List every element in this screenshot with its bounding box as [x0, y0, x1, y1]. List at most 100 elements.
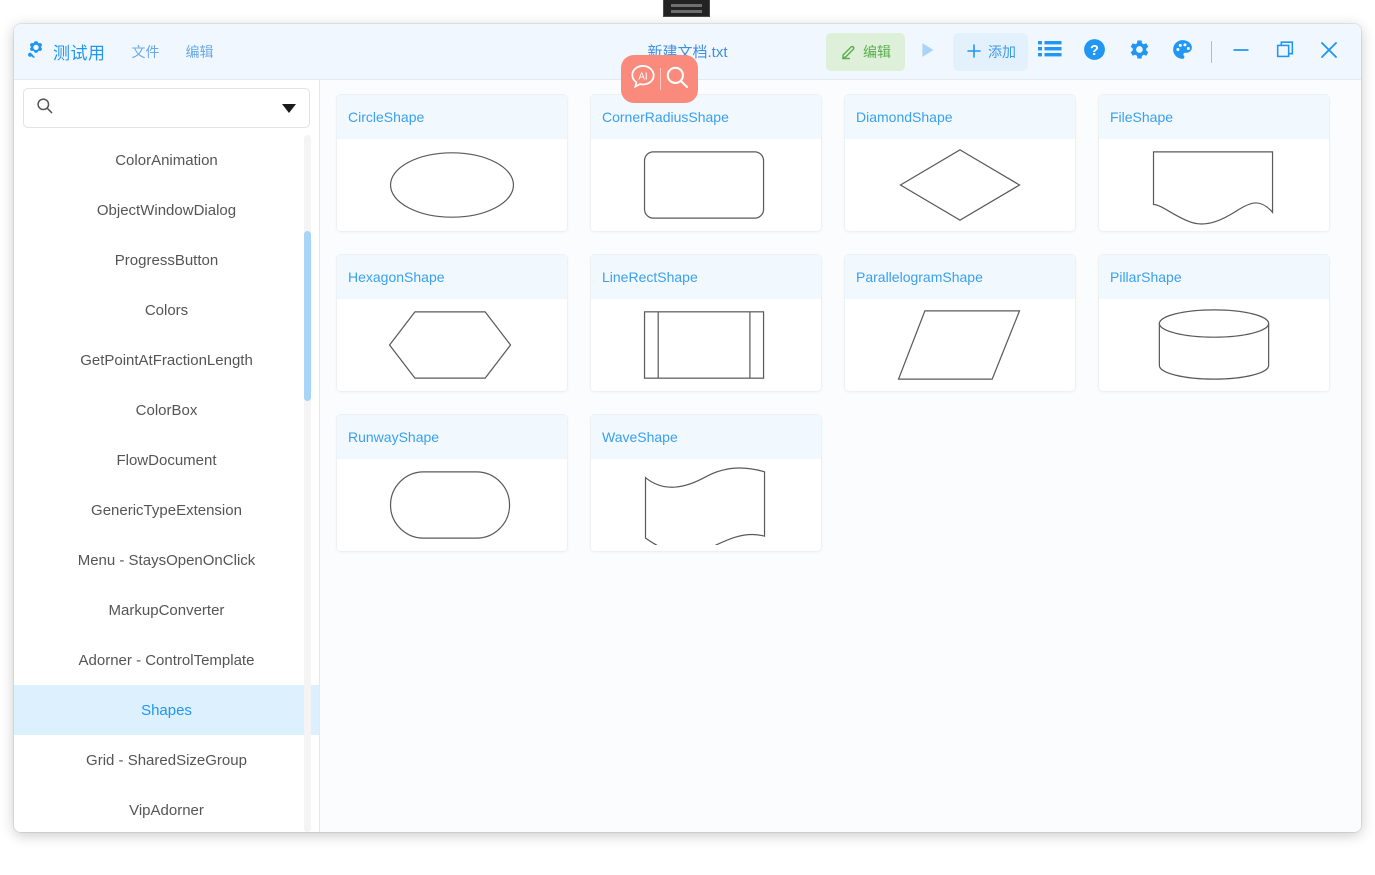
- sidebar-list-wrapper: ColorAnimation ObjectWindowDialog Progress…: [14, 135, 319, 832]
- gear-icon: [1126, 37, 1151, 67]
- sidebar-scrollbar-track[interactable]: [304, 135, 311, 832]
- screen: 测试用 文件 编辑 新建文档.txt 编辑 添加 ? ColorAnimatio…: [0, 0, 1375, 875]
- shape-card-title: PillarShape: [1099, 255, 1329, 299]
- shape-card[interactable]: PillarShape: [1098, 254, 1330, 392]
- play-icon: [916, 39, 938, 66]
- rounded-rect-shape-icon: [643, 151, 765, 219]
- diamond-shape-icon: [899, 149, 1021, 221]
- shape-card[interactable]: CornerRadiusShape: [590, 94, 822, 232]
- minimize-button[interactable]: [1219, 33, 1263, 71]
- brand-name: 测试用: [53, 44, 106, 63]
- theme-button[interactable]: [1160, 33, 1204, 71]
- search-box[interactable]: [23, 88, 310, 128]
- svg-text:AI: AI: [638, 71, 647, 82]
- sidebar-item-menu-staysopenonclick[interactable]: Menu - StaysOpenOnClick: [14, 535, 319, 585]
- sidebar-item-flowdocument[interactable]: FlowDocument: [14, 435, 319, 485]
- shape-card-title: RunwayShape: [337, 415, 567, 459]
- search-icon: [35, 96, 54, 120]
- add-button[interactable]: 添加: [953, 33, 1028, 71]
- sidebar-item-grid-sharedsizegroup[interactable]: Grid - SharedSizeGroup: [14, 735, 319, 785]
- ai-chat-icon: AI: [628, 62, 658, 97]
- close-icon: [1317, 38, 1341, 67]
- sidebar-item-colorbox[interactable]: ColorBox: [14, 385, 319, 435]
- edit-mode-label: 编辑: [863, 44, 891, 60]
- toolbar: 编辑 添加 ?: [826, 24, 1351, 80]
- shape-card[interactable]: DiamondShape: [844, 94, 1076, 232]
- shape-card[interactable]: FileShape: [1098, 94, 1330, 232]
- shape-preview: [1099, 139, 1329, 231]
- shape-preview: [337, 139, 567, 231]
- shape-card[interactable]: LineRectShape: [590, 254, 822, 392]
- sidebar-item-vipadorner[interactable]: VipAdorner: [14, 785, 319, 832]
- palette-icon: [1170, 37, 1195, 67]
- close-button[interactable]: [1307, 33, 1351, 71]
- shape-preview: [591, 459, 821, 551]
- shape-preview: [337, 459, 567, 551]
- shape-preview: [845, 299, 1075, 391]
- sidebar-list: ColorAnimation ObjectWindowDialog Progress…: [14, 135, 319, 832]
- sidebar-item-label: Grid - SharedSizeGroup: [86, 751, 247, 769]
- shape-card[interactable]: CircleShape: [336, 94, 568, 232]
- shape-card[interactable]: ParallelogramShape: [844, 254, 1076, 392]
- shape-preview: [591, 139, 821, 231]
- sidebar-scrollbar-thumb[interactable]: [304, 231, 311, 401]
- search-input[interactable]: [54, 100, 282, 116]
- sidebar-item-markupconverter[interactable]: MarkupConverter: [14, 585, 319, 635]
- maximize-button[interactable]: [1263, 33, 1307, 71]
- settings-button[interactable]: [1116, 33, 1160, 71]
- hexagon-shape-icon: [388, 311, 512, 379]
- parallelogram-shape-icon: [897, 310, 1021, 380]
- sidebar-item-label: GetPointAtFractionLength: [80, 351, 253, 369]
- ai-assistant-button[interactable]: AI: [621, 55, 698, 103]
- shape-card-title: CircleShape: [337, 95, 567, 139]
- sidebar: ColorAnimation ObjectWindowDialog Progress…: [14, 80, 320, 832]
- shape-card[interactable]: WaveShape: [590, 414, 822, 552]
- sidebar-item-label: ObjectWindowDialog: [96, 201, 237, 219]
- search-icon[interactable]: [663, 63, 691, 96]
- help-icon: ?: [1082, 37, 1107, 67]
- toolbar-divider: [1211, 41, 1212, 63]
- menu-item-edit[interactable]: 编辑: [186, 42, 214, 62]
- sidebar-item-label: Adorner - ControlTemplate: [78, 651, 255, 669]
- shape-card-title: LineRectShape: [591, 255, 821, 299]
- sidebar-item-label: Shapes: [141, 701, 192, 719]
- shape-card-title: FileShape: [1099, 95, 1329, 139]
- app-logo-icon: [26, 39, 46, 64]
- add-label: 添加: [988, 44, 1016, 60]
- sidebar-item-colors[interactable]: Colors: [14, 285, 319, 335]
- app-window: 测试用 文件 编辑 新建文档.txt 编辑 添加 ? ColorAnimatio…: [14, 24, 1361, 832]
- shape-card[interactable]: RunwayShape: [336, 414, 568, 552]
- edit-mode-button[interactable]: 编辑: [826, 33, 905, 71]
- list-icon: [1037, 38, 1063, 67]
- sidebar-item-label: VipAdorner: [129, 801, 204, 819]
- sidebar-item-adorner-controltemplate[interactable]: Adorner - ControlTemplate: [14, 635, 319, 685]
- file-shape-icon: [1152, 151, 1274, 225]
- sidebar-item-objectwindowdialog[interactable]: ObjectWindowDialog: [14, 185, 319, 235]
- sidebar-item-label: ColorBox: [135, 401, 198, 419]
- sidebar-item-shapes[interactable]: Shapes: [14, 685, 319, 735]
- shape-preview: [337, 299, 567, 391]
- shape-card-title: ParallelogramShape: [845, 255, 1075, 299]
- sidebar-item-label: FlowDocument: [116, 451, 217, 469]
- menu-item-file[interactable]: 文件: [132, 42, 160, 62]
- notch-bar: [671, 9, 702, 13]
- sidebar-item-progressbutton[interactable]: ProgressButton: [14, 235, 319, 285]
- sidebar-item-getpointatfractionlength[interactable]: GetPointAtFractionLength: [14, 335, 319, 385]
- shape-card-title: DiamondShape: [845, 95, 1075, 139]
- sidebar-item-label: Menu - StaysOpenOnClick: [77, 551, 256, 569]
- shape-card[interactable]: HexagonShape: [336, 254, 568, 392]
- runway-shape-icon: [389, 471, 511, 539]
- ai-button-divider: [660, 68, 661, 90]
- help-button[interactable]: ?: [1072, 33, 1116, 71]
- chevron-down-icon[interactable]: [282, 103, 296, 113]
- line-rect-shape-icon: [643, 311, 765, 379]
- minimize-icon: [1230, 39, 1252, 66]
- sidebar-item-label: Colors: [144, 301, 189, 319]
- sidebar-item-label: ColorAnimation: [115, 151, 218, 169]
- wave-shape-icon: [644, 467, 766, 545]
- shape-preview: [1099, 299, 1329, 391]
- sidebar-item-coloranimation[interactable]: ColorAnimation: [14, 135, 319, 185]
- list-view-button[interactable]: [1028, 33, 1072, 71]
- run-button[interactable]: [905, 33, 949, 71]
- sidebar-item-generictypeextension[interactable]: GenericTypeExtension: [14, 485, 319, 535]
